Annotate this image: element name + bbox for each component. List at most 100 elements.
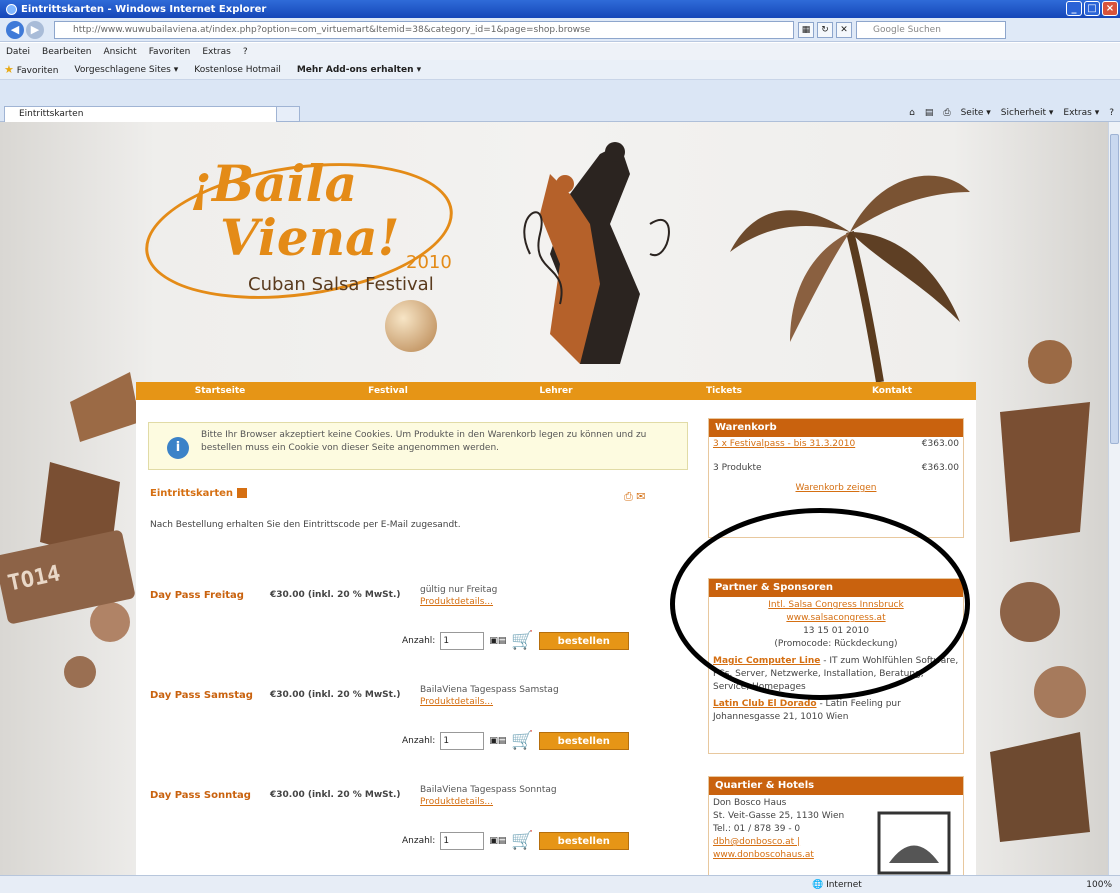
- star-icon: ★: [4, 63, 14, 76]
- product-details-link[interactable]: Produktdetails...: [420, 596, 497, 608]
- product-row: Day Pass Sonntag €30.00 (inkl. 20 % MwSt…: [150, 785, 690, 875]
- stop-icon[interactable]: ✕: [836, 21, 852, 38]
- address-input[interactable]: http://www.wuwubailaviena.at/index.php?o…: [54, 20, 794, 39]
- edit-icon[interactable]: [237, 488, 248, 498]
- order-button[interactable]: bestellen: [538, 731, 629, 750]
- new-tab-button[interactable]: [276, 106, 300, 122]
- product-description: BailaViena Tagespass Sonntag Produktdeta…: [420, 785, 557, 808]
- hotel-email-link[interactable]: dbh@donbosco.at |: [713, 837, 800, 847]
- security-zone: 🌐 Internet: [812, 879, 862, 890]
- home-icon[interactable]: ⌂: [909, 108, 915, 118]
- tools-menu[interactable]: Extras ▾: [1063, 108, 1099, 118]
- product-description: gültig nur Freitag Produktdetails...: [420, 585, 498, 608]
- order-button[interactable]: bestellen: [538, 831, 629, 850]
- product-price: €30.00 (inkl. 20 % MwSt.): [270, 690, 401, 700]
- hotel-sign-image: [877, 811, 951, 875]
- forward-button[interactable]: ▶: [26, 20, 44, 39]
- product-description: BailaViena Tagespass Samstag Produktdeta…: [420, 685, 559, 708]
- nav-tickets[interactable]: Tickets: [640, 382, 808, 400]
- compatibility-icon[interactable]: ▦: [798, 21, 814, 38]
- delivery-note: Nach Bestellung erhalten Sie den Eintrit…: [150, 520, 461, 530]
- cart-item: 3 x Festivalpass - bis 31.3.2010 €363.00: [709, 437, 963, 451]
- product-row: Day Pass Samstag €30.00 (inkl. 20 % MwSt…: [150, 685, 690, 790]
- baila-viena-logo: ¡Baila Viena! 2010 Cuban Salsa Festival: [136, 144, 462, 317]
- quantity-label: Anzahl:: [402, 735, 436, 746]
- quantity-input[interactable]: 1: [440, 631, 485, 650]
- hotel-web-link[interactable]: www.donboscohaus.at: [713, 850, 814, 860]
- quantity-stepper[interactable]: ▣▤: [489, 636, 506, 646]
- safety-menu[interactable]: Sicherheit ▾: [1001, 108, 1054, 118]
- latin-club-link[interactable]: Latin Club El Dorado: [713, 699, 817, 709]
- quantity-label: Anzahl:: [402, 835, 436, 846]
- menu-bearbeiten[interactable]: Bearbeiten: [42, 47, 91, 57]
- nav-lehrer[interactable]: Lehrer: [472, 382, 640, 400]
- palm-tree-illustration: [730, 175, 970, 382]
- hotels-title: Quartier & Hotels: [709, 777, 963, 795]
- quantity-stepper[interactable]: ▣▤: [489, 836, 506, 846]
- menu-ansicht[interactable]: Ansicht: [103, 47, 136, 57]
- order-button[interactable]: bestellen: [538, 631, 629, 650]
- cart-icon: 🛒: [511, 730, 534, 751]
- page-menu[interactable]: Seite ▾: [961, 108, 991, 118]
- highlight-circle-annotation: [670, 508, 970, 700]
- category-title: Eintrittskarten: [150, 488, 248, 499]
- decorative-orb: [385, 300, 437, 352]
- window-title: Eintrittskarten - Windows Internet Explo…: [21, 3, 267, 15]
- site-navigation: Startseite Festival Lehrer Tickets Konta…: [136, 382, 976, 400]
- cart-total: 3 Produkte €363.00: [713, 463, 959, 473]
- vertical-scrollbar[interactable]: [1108, 122, 1120, 875]
- refresh-icon[interactable]: ↻: [817, 21, 833, 38]
- cookie-info-box: i Bitte Ihr Browser akzeptiert keine Coo…: [148, 422, 688, 470]
- product-name[interactable]: Day Pass Freitag: [150, 590, 244, 601]
- back-button[interactable]: ◀: [6, 20, 24, 39]
- product-price: €30.00 (inkl. 20 % MwSt.): [270, 790, 401, 800]
- menu-help[interactable]: ?: [243, 47, 248, 57]
- cart-icon: 🛒: [511, 830, 534, 851]
- nav-startseite[interactable]: Startseite: [136, 382, 304, 400]
- menu-datei[interactable]: Datei: [6, 47, 30, 57]
- festival-banner: ¡Baila Viena! 2010 Cuban Salsa Festival: [40, 122, 1070, 382]
- zoom-level[interactable]: 100%: [1086, 880, 1112, 890]
- cart-icon: 🛒: [511, 630, 534, 651]
- search-input[interactable]: Google Suchen: [856, 20, 1006, 39]
- quantity-input[interactable]: 1: [440, 731, 485, 750]
- feeds-icon[interactable]: ▤: [925, 108, 934, 118]
- suggested-sites-link[interactable]: Vorgeschlagene Sites ▾: [74, 65, 178, 75]
- show-cart-link[interactable]: Warenkorb zeigen: [796, 483, 877, 493]
- status-bar: 🌐 Internet 100%: [0, 875, 1120, 893]
- cart-item-link[interactable]: 3 x Festivalpass - bis 31.3.2010: [713, 439, 855, 449]
- print-icon[interactable]: ⎙: [943, 108, 950, 118]
- quantity-stepper[interactable]: ▣▤: [489, 736, 506, 746]
- help-icon[interactable]: ?: [1109, 108, 1114, 118]
- favorites-button[interactable]: ★ Favoriten: [4, 63, 58, 76]
- product-details-link[interactable]: Produktdetails...: [420, 796, 557, 808]
- page-viewport: ¡Baila Viena! 2010 Cuban Salsa Festival: [0, 122, 1108, 875]
- nav-kontakt[interactable]: Kontakt: [808, 382, 976, 400]
- quantity-input[interactable]: 1: [440, 831, 485, 850]
- product-row: Day Pass Freitag €30.00 (inkl. 20 % MwSt…: [150, 585, 690, 690]
- favorites-bar: ★ Favoriten Vorgeschlagene Sites ▾ Koste…: [0, 60, 1120, 80]
- close-button[interactable]: ×: [1102, 1, 1118, 16]
- minimize-button[interactable]: _: [1066, 1, 1082, 16]
- cart-title: Warenkorb: [709, 419, 963, 437]
- nav-festival[interactable]: Festival: [304, 382, 472, 400]
- hotels-module: Quartier & Hotels Don Bosco Haus St. Vei…: [708, 776, 964, 875]
- maximize-button[interactable]: □: [1084, 1, 1100, 16]
- tab-eintrittskarten[interactable]: Eintrittskarten: [4, 106, 300, 122]
- product-name[interactable]: Day Pass Sonntag: [150, 790, 251, 801]
- hotmail-link[interactable]: Kostenlose Hotmail: [194, 65, 281, 75]
- menu-favoriten[interactable]: Favoriten: [149, 47, 191, 57]
- product-price: €30.00 (inkl. 20 % MwSt.): [270, 590, 401, 600]
- menu-extras[interactable]: Extras: [202, 47, 230, 57]
- address-toolbar: ◀ ▶ http://www.wuwubailaviena.at/index.p…: [0, 18, 1120, 42]
- right-decoration: [980, 332, 1100, 852]
- window-title-bar: Eintrittskarten - Windows Internet Explo…: [0, 0, 1120, 18]
- product-name[interactable]: Day Pass Samstag: [150, 690, 253, 701]
- dancers-illustration: [523, 142, 670, 364]
- quantity-label: Anzahl:: [402, 635, 436, 646]
- print-pdf-icons[interactable]: ⎙ ✉: [624, 490, 646, 504]
- info-icon: i: [167, 437, 189, 459]
- cookie-info-text: Bitte Ihr Browser akzeptiert keine Cooki…: [201, 430, 647, 453]
- addons-link[interactable]: Mehr Add-ons erhalten ▾: [297, 65, 421, 75]
- product-details-link[interactable]: Produktdetails...: [420, 696, 559, 708]
